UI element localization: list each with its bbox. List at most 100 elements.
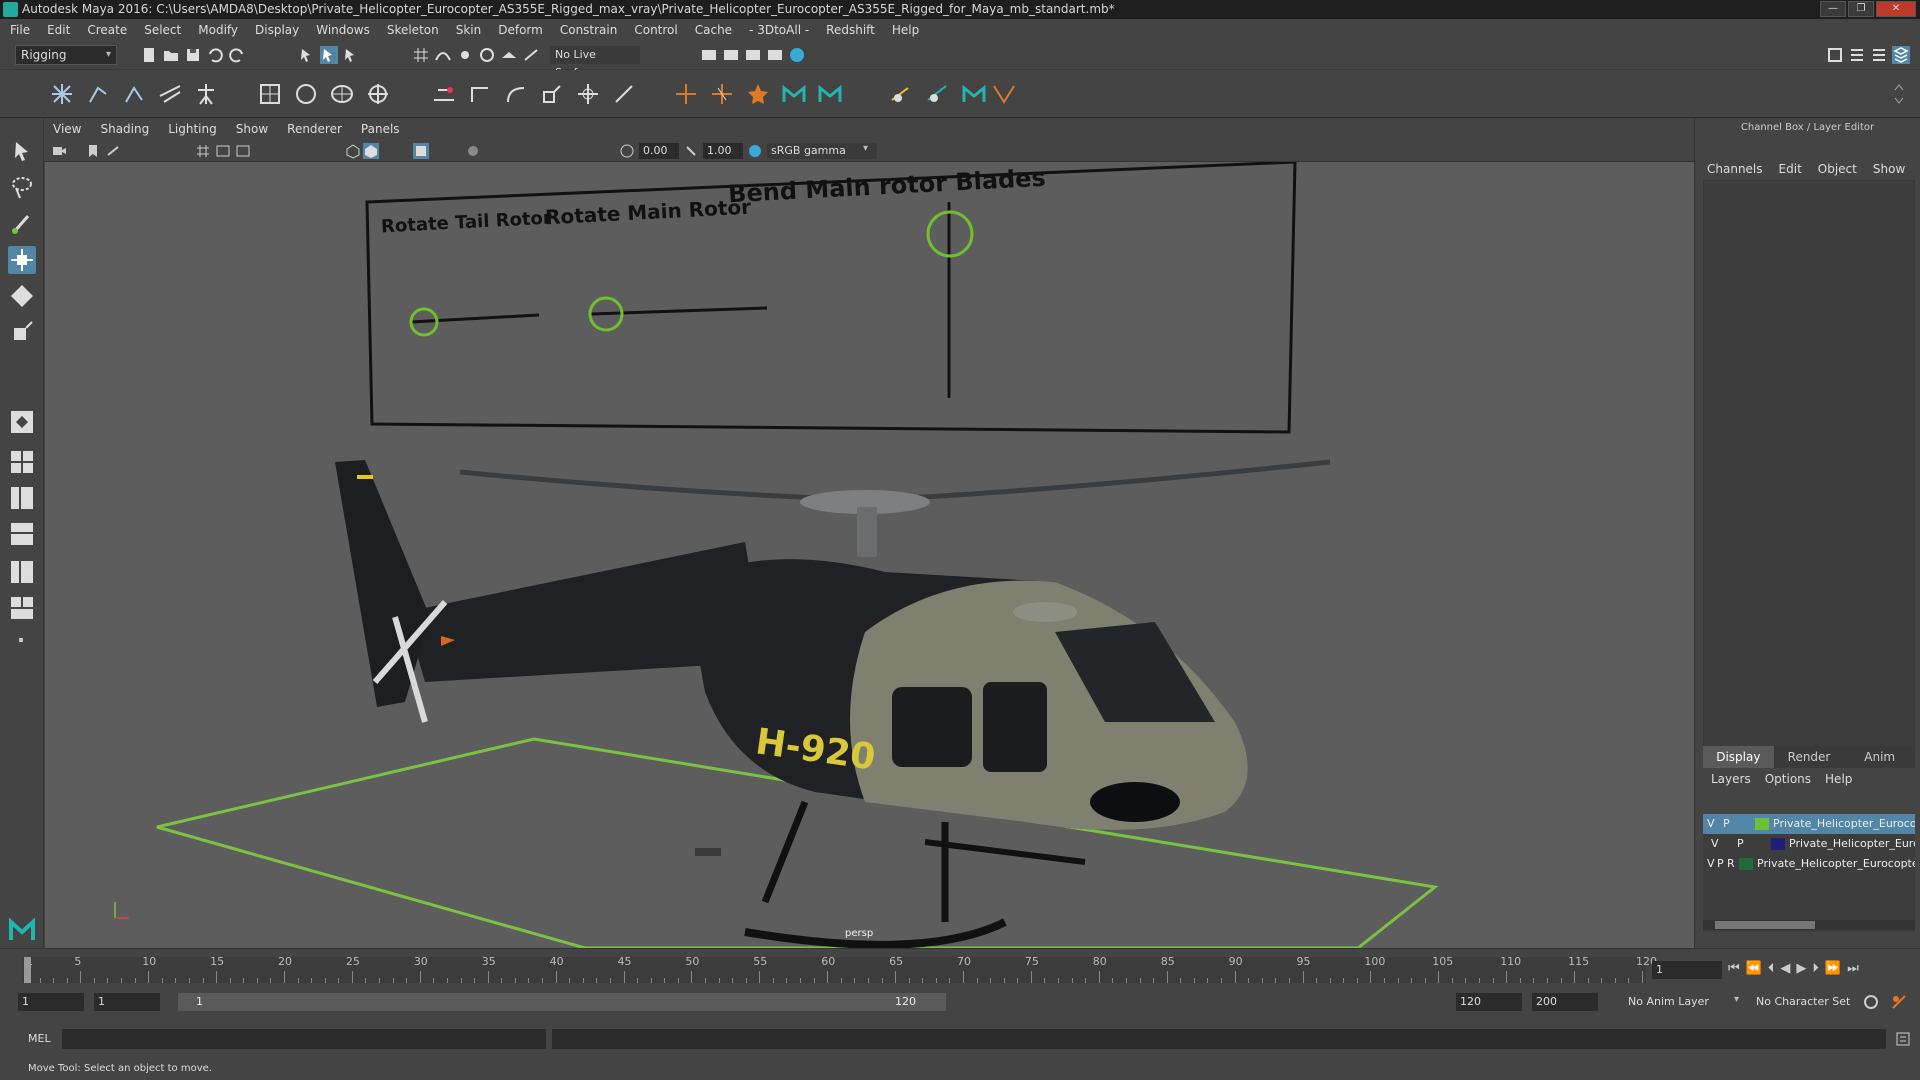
perspective-viewport[interactable]: H-920 Rotate Tail Rotor Rotate Main Roto… [45,162,1694,948]
paint-weights-icon[interactable] [292,80,320,108]
current-time-indicator[interactable] [24,957,31,983]
channel-box-area[interactable] [1703,180,1915,754]
layer-name[interactable]: Private_Helicopter_Eurocopter [1757,854,1915,874]
panel-menu-lighting[interactable]: Lighting [168,122,217,136]
step-forward-key-icon[interactable]: ⏵ [1812,961,1819,976]
undo-icon[interactable] [206,46,224,64]
range-slider-bar[interactable]: 1 120 [178,993,946,1011]
maximize-button[interactable]: ❐ [1848,1,1874,17]
menu-deform[interactable]: Deform [498,23,543,37]
tool-settings-icon[interactable] [1870,46,1888,64]
reference-toggle[interactable]: R [1727,854,1735,874]
select-camera-icon[interactable] [51,143,67,159]
play-forwards-icon[interactable]: ▶ [1796,961,1806,976]
insert-joint-icon[interactable] [156,80,184,108]
live-surface-field[interactable]: No Live Surface [550,46,640,79]
visibility-toggle[interactable]: V [1707,854,1715,874]
menu-create[interactable]: Create [87,23,127,37]
close-button[interactable]: ✕ [1876,1,1916,17]
ipr-render-icon[interactable] [722,46,740,64]
resolution-gate-icon[interactable] [235,143,251,159]
blend-shape-icon[interactable] [744,80,772,108]
lattice-icon[interactable] [328,80,356,108]
options-menu[interactable]: Options [1765,772,1811,786]
chevron-down-icon[interactable]: ▾ [863,143,868,154]
snap-curve-icon[interactable] [434,46,452,64]
humanik-icon[interactable] [192,80,220,108]
menu-help[interactable]: Help [892,23,919,37]
new-scene-icon[interactable] [140,46,158,64]
lasso-tool-icon[interactable] [8,174,36,202]
scale-constraint-icon[interactable] [538,80,566,108]
scale-tool-icon[interactable] [8,318,36,346]
auto-key-icon[interactable] [1862,993,1880,1011]
menu-set-select[interactable]: Rigging [15,45,117,65]
visibility-toggle[interactable]: V [1707,814,1715,834]
rotate-tool-icon[interactable] [8,282,36,310]
menu-skin[interactable]: Skin [456,23,482,37]
step-forward-frame-icon[interactable]: ⏩ [1825,961,1841,976]
mash-icon-1[interactable] [780,80,808,108]
set-driven-key-icon[interactable] [708,80,736,108]
bind-skin-icon[interactable] [256,80,284,108]
open-scene-icon[interactable] [162,46,180,64]
edit-menu[interactable]: Edit [1779,162,1802,176]
channels-menu[interactable]: Channels [1707,162,1763,176]
make-live-icon[interactable] [522,46,540,64]
snap-grid-icon[interactable] [412,46,430,64]
image-plane-icon[interactable] [105,143,121,159]
snap-projected-icon[interactable] [478,46,496,64]
minimize-button[interactable]: — [1820,1,1846,17]
select-tool-icon[interactable] [8,138,36,166]
pole-vector-icon[interactable] [610,80,638,108]
menu-edit[interactable]: Edit [47,23,70,37]
layer-color-swatch[interactable] [1739,858,1753,870]
persp-outliner-layout-icon[interactable] [8,484,36,512]
menu-3dtoall[interactable]: - 3DtoAll - [749,23,809,37]
select-objects-icon[interactable] [320,46,338,64]
shadows-icon[interactable] [465,143,481,159]
current-frame-field[interactable]: 1 [1652,961,1722,979]
layer-name[interactable]: Private_Helicopter_Eurocopter [1773,814,1915,834]
redo-icon[interactable] [228,46,246,64]
single-perspective-layout-icon[interactable] [8,408,36,436]
layers-menu[interactable]: Layers [1711,772,1751,786]
snap-plane-icon[interactable] [500,46,518,64]
film-gate-icon[interactable] [215,143,231,159]
character-set-select[interactable]: No Character Set [1752,993,1864,1011]
chevron-down-icon[interactable]: ▾ [1734,994,1739,1005]
bookmark-icon[interactable] [85,143,101,159]
panel-menu-show[interactable]: Show [236,122,268,136]
wireframe-icon[interactable] [345,143,361,159]
four-view-layout-icon[interactable] [8,448,36,476]
sculpt-deformer-icon[interactable] [924,80,952,108]
layer-color-swatch[interactable] [1771,838,1785,850]
mash-icon-2[interactable] [816,80,844,108]
object-menu[interactable]: Object [1818,162,1857,176]
layer-row[interactable]: V P Private_Helicopter_Eurocopter [1703,834,1915,854]
locator-icon[interactable] [672,80,700,108]
select-components-icon[interactable] [342,46,360,64]
command-input[interactable] [62,1029,546,1049]
playback-start-field[interactable]: 1 [94,993,160,1011]
playback-end-field[interactable]: 120 [1456,993,1522,1011]
menu-modify[interactable]: Modify [198,23,238,37]
visibility-toggle[interactable]: V [1711,834,1719,854]
playback-toggle[interactable]: P [1737,834,1744,854]
joint-tool-icon[interactable] [48,80,76,108]
color-management-icon[interactable] [747,143,763,159]
anim-layer-select[interactable]: No Anim Layer [1624,993,1736,1011]
menu-redshift[interactable]: Redshift [826,23,875,37]
animation-end-field[interactable]: 200 [1532,993,1598,1011]
tab-render[interactable]: Render [1773,746,1845,768]
toolbox-more-icon[interactable] [19,638,23,642]
modeling-toolkit-icon[interactable] [1826,46,1844,64]
menu-windows[interactable]: Windows [316,23,370,37]
gamma-field[interactable]: 1.00 [703,143,743,159]
menu-display[interactable]: Display [255,23,299,37]
ik-spline-icon[interactable] [120,80,148,108]
move-tool-icon[interactable] [8,246,36,274]
help-menu[interactable]: Help [1825,772,1852,786]
animation-preferences-icon[interactable] [1890,993,1908,1011]
panel-menu-view[interactable]: View [53,122,81,136]
